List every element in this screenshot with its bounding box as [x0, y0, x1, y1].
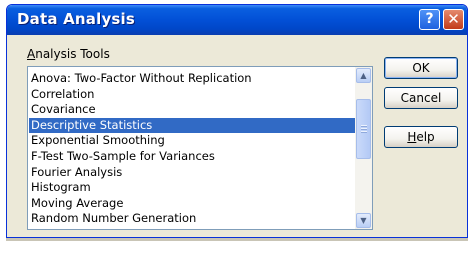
analysis-tools-label-mnemonic: A — [27, 47, 36, 61]
analysis-tools-label-rest: nalysis Tools — [35, 47, 110, 61]
vertical-scrollbar[interactable]: ▲ ▼ — [355, 67, 372, 229]
ok-button[interactable]: OK — [384, 57, 458, 79]
title-bar[interactable]: Data Analysis ? ✕ — [7, 5, 467, 35]
window-title: Data Analysis — [17, 10, 136, 28]
analysis-tools-label: Analysis Tools — [27, 47, 110, 61]
scroll-up-icon[interactable]: ▲ — [356, 68, 371, 83]
list-item[interactable]: Histogram — [29, 180, 355, 196]
list-item[interactable]: Anova: Two-Factor Without Replication — [29, 71, 355, 87]
close-icon[interactable]: ✕ — [443, 9, 464, 30]
help-button[interactable]: Help — [384, 126, 458, 148]
analysis-tools-list[interactable]: Anova: Two-Factor Without Replication Co… — [27, 66, 373, 230]
dialog-bottom-edge — [6, 238, 468, 241]
list-item[interactable]: Covariance — [29, 102, 355, 118]
data-analysis-dialog: Data Analysis ? ✕ Analysis Tools Anova: … — [6, 4, 468, 238]
scroll-down-icon[interactable]: ▼ — [356, 213, 371, 228]
help-icon[interactable]: ? — [419, 9, 440, 30]
help-button-mnemonic: H — [407, 130, 417, 144]
cancel-button[interactable]: Cancel — [384, 87, 458, 109]
help-button-rest: elp — [416, 130, 435, 144]
list-item[interactable]: Exponential Smoothing — [29, 133, 355, 149]
grip-line — [361, 131, 367, 133]
list-item[interactable]: Fourier Analysis — [29, 165, 355, 181]
list-item[interactable]: Random Number Generation — [29, 211, 355, 227]
grip-line — [361, 128, 367, 130]
list-items: Anova: Two-Factor Without Replication Co… — [29, 71, 355, 227]
list-item-selected[interactable]: Descriptive Statistics — [29, 117, 355, 134]
list-item[interactable]: F-Test Two-Sample for Variances — [29, 149, 355, 165]
scrollbar-thumb[interactable] — [356, 99, 371, 159]
grip-line — [361, 125, 367, 127]
list-item[interactable]: Correlation — [29, 87, 355, 103]
list-item[interactable]: Moving Average — [29, 196, 355, 212]
